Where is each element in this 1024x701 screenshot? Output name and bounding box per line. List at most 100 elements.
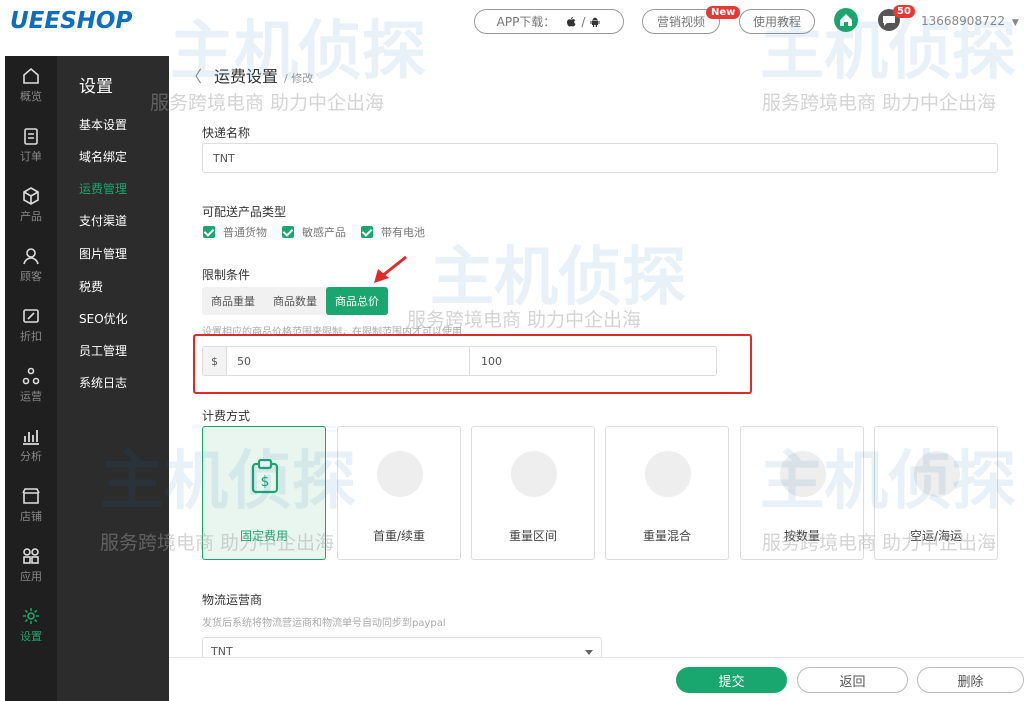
store-icon: [22, 488, 40, 504]
checkbox-label: 带有电池: [381, 226, 425, 239]
shipping-name-label: 快递名称: [202, 126, 251, 140]
fee-card-weight-range[interactable]: 重量区间: [471, 426, 595, 560]
currency-symbol: $: [203, 347, 227, 375]
tutorial-button[interactable]: 使用教程: [739, 9, 815, 34]
rail-label: 产品: [20, 210, 42, 223]
customer-icon: [23, 248, 39, 265]
home-button[interactable]: [834, 8, 858, 32]
icon-rail: 概览 订单 产品 顾客 折扣 运营 分析 店铺 应用 设置: [5, 56, 57, 701]
analysis-icon: [23, 430, 39, 445]
carrier-hint: 发货后系统将物流营运商和物流单号自动同步到paypal: [202, 618, 446, 629]
submenu-item-shipping[interactable]: 运费管理: [79, 180, 127, 197]
top-bar: UEESHOP APP下载： / 营销视频 New 使用教程 50 136689…: [0, 0, 1024, 46]
delete-button[interactable]: 删除: [917, 667, 1024, 693]
plane-ship-icon: [914, 451, 960, 497]
home-icon: [840, 14, 852, 26]
checkbox-label: 普通货物: [223, 226, 267, 239]
rail-item-operations[interactable]: 运营: [5, 360, 57, 416]
tab-weight[interactable]: 商品重量: [202, 287, 264, 315]
fee-card-label: 按数量: [783, 529, 820, 543]
submenu-item-domain[interactable]: 域名绑定: [79, 148, 127, 165]
checkbox-label: 敏感产品: [302, 226, 346, 239]
carrier-label: 物流运营商: [202, 593, 263, 607]
page-subtitle: / 修改: [284, 72, 314, 85]
tab-quantity[interactable]: 商品数量: [264, 287, 326, 315]
rail-item-apps[interactable]: 应用: [5, 540, 57, 596]
shipping-name-input[interactable]: TNT: [202, 143, 998, 173]
app-download-button[interactable]: APP下载： /: [474, 9, 624, 34]
rail-label: 概览: [20, 90, 42, 103]
price-min-input[interactable]: 50: [227, 347, 470, 375]
rail-label: 运营: [20, 390, 42, 403]
sliders-icon: [511, 451, 557, 497]
page-title-text: 运费设置: [214, 67, 279, 86]
fee-card-fixed[interactable]: $ 固定费用: [202, 426, 326, 560]
fee-card-weight-mixed[interactable]: 重量混合: [605, 426, 729, 560]
fee-card-air-sea[interactable]: 空运/海运: [874, 426, 998, 560]
rail-label: 应用: [20, 570, 42, 583]
weight-icon: [377, 451, 423, 497]
rail-label: 顾客: [20, 270, 42, 283]
rail-item-settings[interactable]: 设置: [5, 600, 57, 656]
checkbox-battery[interactable]: 带有电池: [361, 224, 425, 240]
operation-icon: [22, 367, 40, 385]
settings-submenu: 设置 基本设置 域名绑定 运费管理 支付渠道 图片管理 税费 SEO优化 员工管…: [57, 56, 169, 701]
brand-logo[interactable]: UEESHOP: [10, 8, 132, 34]
android-icon[interactable]: [589, 16, 601, 28]
checkbox-general-goods[interactable]: 普通货物: [203, 224, 267, 240]
order-icon: [24, 128, 38, 145]
rail-item-orders[interactable]: 订单: [5, 120, 57, 176]
back-arrow-icon[interactable]: 〈: [186, 67, 202, 86]
back-button[interactable]: 返回: [797, 667, 908, 693]
submit-button[interactable]: 提交: [676, 667, 787, 693]
rail-label: 订单: [20, 150, 42, 163]
submenu-item-logs[interactable]: 系统日志: [79, 374, 127, 391]
limit-label: 限制条件: [202, 268, 251, 282]
fee-card-label: 固定费用: [239, 529, 288, 543]
stack-icon: [780, 451, 826, 497]
submenu-item-staff[interactable]: 员工管理: [79, 342, 127, 359]
price-max-input[interactable]: 100: [470, 347, 716, 375]
rail-item-products[interactable]: 产品: [5, 180, 57, 236]
fee-card-label: 重量区间: [508, 529, 557, 543]
submenu-item-seo[interactable]: SEO优化: [79, 310, 128, 327]
gear-icon: [23, 608, 39, 624]
submenu-item-images[interactable]: 图片管理: [79, 245, 127, 262]
svg-text:$: $: [261, 474, 270, 490]
fee-card-label: 空运/海运: [909, 529, 963, 543]
rail-label: 设置: [20, 630, 42, 643]
fee-card-label: 首重/续重: [372, 529, 426, 543]
watermark-logo: 主机侦探: [430, 241, 686, 315]
apple-icon[interactable]: [565, 16, 577, 28]
rail-item-discounts[interactable]: 折扣: [5, 300, 57, 356]
checkbox-checked-icon: [203, 226, 215, 238]
rail-item-customers[interactable]: 顾客: [5, 240, 57, 296]
fee-method-label: 计费方式: [202, 409, 251, 423]
chevron-down-icon: ▼: [1011, 18, 1019, 28]
rail-item-analysis[interactable]: 分析: [5, 420, 57, 476]
discount-icon: [23, 309, 39, 323]
fee-card-quantity[interactable]: 按数量: [740, 426, 864, 560]
submenu-item-payment[interactable]: 支付渠道: [79, 212, 127, 229]
user-phone: 13668908722: [921, 14, 1005, 28]
submenu-item-basic[interactable]: 基本设置: [79, 116, 127, 133]
price-range-input: $ 50 100: [202, 346, 717, 376]
rail-label: 分析: [20, 450, 42, 463]
app-separator: /: [581, 14, 586, 29]
app-icon: [23, 548, 39, 564]
mix-icon: [645, 451, 691, 497]
fee-card-first-weight[interactable]: 首重/续重: [337, 426, 461, 560]
submenu-item-tax[interactable]: 税费: [79, 278, 103, 295]
fee-card-label: 重量混合: [642, 529, 691, 543]
tab-total-price[interactable]: 商品总价: [326, 287, 388, 315]
rail-item-store[interactable]: 店铺: [5, 480, 57, 536]
checkbox-checked-icon: [361, 226, 373, 238]
rail-item-overview[interactable]: 概览: [5, 60, 57, 116]
user-account-menu[interactable]: 13668908722 ▼: [921, 14, 1019, 28]
limit-tabs: 商品重量 商品数量 商品总价: [202, 287, 388, 315]
rail-label: 店铺: [20, 510, 42, 523]
message-count-badge: 50: [893, 5, 915, 18]
home-icon: [23, 67, 39, 84]
product-types-label: 可配送产品类型: [202, 205, 287, 219]
checkbox-sensitive[interactable]: 敏感产品: [282, 224, 346, 240]
